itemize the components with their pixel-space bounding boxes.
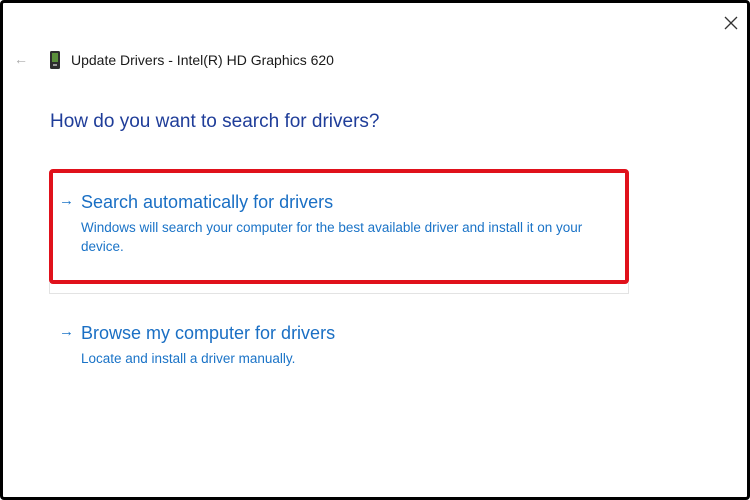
search-automatically-option[interactable]: → Search automatically for drivers Windo… [49, 169, 629, 284]
option-card-border [49, 282, 629, 294]
device-driver-icon [50, 51, 60, 69]
page-heading: How do you want to search for drivers? [50, 111, 380, 132]
option-description: Locate and install a driver manually. [81, 351, 296, 366]
option-title: Search automatically for drivers [81, 192, 334, 212]
update-drivers-window: ← Update Drivers - Intel(R) HD Graphics … [0, 0, 750, 500]
arrow-right-icon: → [59, 192, 74, 209]
back-arrow-icon: ← [14, 51, 28, 67]
window-title: Update Drivers - Intel(R) HD Graphics 62… [71, 52, 334, 68]
window-title-bar: Update Drivers - Intel(R) HD Graphics 62… [49, 49, 334, 71]
arrow-right-icon: → [59, 323, 74, 340]
close-button[interactable] [717, 9, 745, 37]
option-description: Windows will search your computer for th… [81, 220, 583, 254]
close-icon [724, 16, 738, 30]
back-button[interactable]: ← [11, 49, 31, 69]
browse-computer-option[interactable]: → Browse my computer for drivers Locate … [49, 319, 629, 379]
option-title: Browse my computer for drivers [81, 323, 336, 343]
